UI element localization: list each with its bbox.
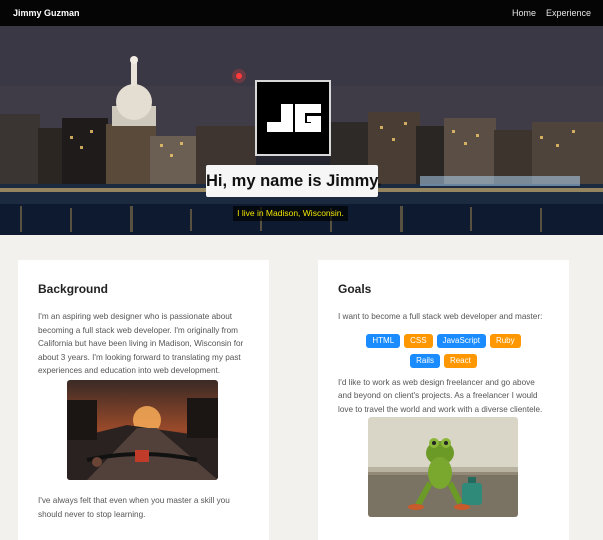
brand-name[interactable]: Jimmy Guzman	[13, 8, 80, 18]
frog-photo	[368, 417, 518, 517]
logo	[255, 80, 331, 156]
nav-links: Home Experience	[512, 8, 591, 18]
nav-link-home[interactable]: Home	[512, 8, 536, 18]
goals-heading: Goals	[338, 282, 372, 296]
skill-tags: HTML CSS JavaScript Ruby Rails React	[338, 333, 549, 368]
background-card: Background I'm an aspiring web designer …	[18, 260, 269, 540]
tag-html: HTML	[366, 333, 401, 348]
tag-react: React	[443, 353, 477, 368]
goals-paragraph-1: I want to become a full stack web develo…	[338, 312, 543, 321]
goals-card: Goals I want to become a full stack web …	[318, 260, 569, 540]
jg-logo-icon	[257, 82, 329, 154]
tag-ruby: Ruby	[489, 333, 521, 348]
background-paragraph-1: I'm an aspiring web designer who is pass…	[38, 312, 244, 375]
hero-banner: Hi, my name is Jimmy. I live in Madison,…	[0, 26, 603, 235]
navbar: Jimmy Guzman Home Experience	[0, 0, 603, 26]
hero-title: Hi, my name is Jimmy.	[206, 165, 382, 197]
hero-subtitle: I live in Madison, Wisconsin.	[233, 206, 348, 221]
nav-link-experience[interactable]: Experience	[546, 8, 591, 18]
goals-paragraph-2: I'd like to work as web design freelance…	[338, 377, 543, 414]
background-heading: Background	[38, 282, 109, 296]
tag-rails: Rails	[410, 353, 440, 368]
bicycle-photo	[67, 380, 218, 480]
tag-javascript: JavaScript	[436, 333, 486, 348]
background-paragraph-2: I've always felt that even when you mast…	[38, 496, 230, 519]
tag-css: CSS	[404, 333, 433, 348]
